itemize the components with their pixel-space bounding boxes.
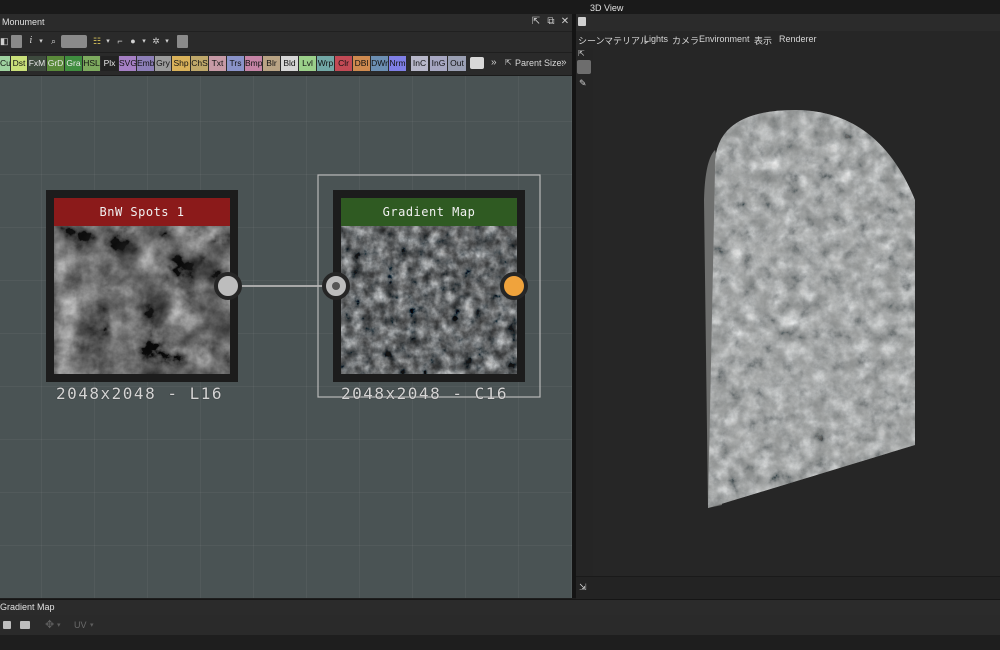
view3d-bottombar: ⇲	[576, 576, 1000, 599]
bottom-panel-content	[0, 635, 1000, 650]
view3d-viewport[interactable]	[593, 48, 1000, 576]
bottom-toolbar: ✥ ▾ UV ▾	[0, 615, 1000, 635]
screenshot-icon[interactable]	[20, 621, 30, 629]
move-icon[interactable]: ✥	[45, 618, 54, 631]
image-icon[interactable]	[3, 621, 11, 629]
uv-toggle[interactable]: UV	[74, 620, 87, 630]
chevron-down-icon[interactable]: ▾	[57, 621, 61, 629]
layout-icon[interactable]: ⇲	[579, 582, 587, 593]
monument-mesh[interactable]	[0, 0, 1000, 650]
bottom-panel-title: Gradient Map	[0, 602, 55, 612]
chevron-down-icon[interactable]: ▾	[90, 621, 94, 629]
bottom-panel-titlebar: Gradient Map	[0, 599, 1000, 615]
